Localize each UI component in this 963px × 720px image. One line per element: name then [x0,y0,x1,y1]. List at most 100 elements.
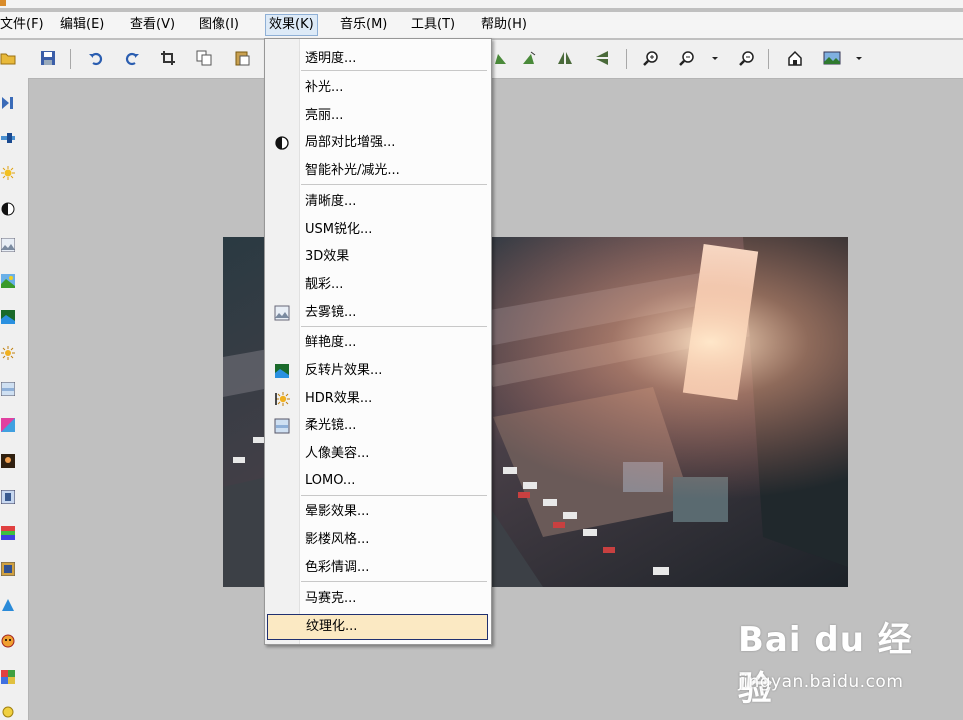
flip-horizontal-icon[interactable] [557,50,573,66]
menu-item-label: 透明度... [305,51,357,66]
reversal-icon[interactable] [1,310,15,324]
view-mode-icon[interactable] [823,50,841,66]
toolbar-separator [70,49,71,69]
menu-separator [301,326,487,327]
menu-music[interactable]: 音乐(M) [340,15,387,35]
menu-item-vivid-color[interactable]: 靓彩... [265,273,489,297]
landscape-icon[interactable] [1,274,15,288]
gradient-icon[interactable] [1,526,15,540]
menu-separator [301,495,487,496]
home-icon[interactable] [787,50,803,66]
film-icon[interactable] [1,562,15,576]
effects-dropdown-menu: 透明度... 补光... 亮丽... 局部对比增强... 智能补光/减光... … [264,38,492,645]
menu-item-label: USM锐化... [305,222,373,237]
menu-item-label: LOMO... [305,473,356,488]
menu-item-vignette[interactable]: 晕影效果... [265,500,489,524]
menu-item-label: 纹理化... [306,619,358,634]
menu-item-label: 反转片效果... [305,363,383,378]
rotate-left-icon[interactable] [492,50,508,66]
watermark-url: jingyan.baidu.com [738,672,904,692]
menu-item-lomo[interactable]: LOMO... [265,469,489,493]
menu-item-label: 马赛克... [305,591,357,606]
menu-item-label: 亮丽... [305,108,344,123]
menu-item-mosaic[interactable]: 马赛克... [265,587,489,611]
watermark-logo: Bai du 经验 [738,620,913,709]
zoom-out-icon[interactable] [679,50,695,66]
menu-separator [301,184,487,185]
dropdown-arrow-icon[interactable] [854,50,864,66]
menu-item-label: 清晰度... [305,194,357,209]
menu-item-label: 3D效果 [305,249,350,264]
contrast-icon[interactable] [1,202,15,216]
sun-icon[interactable] [1,166,15,180]
menu-item-label: HDR效果... [305,391,373,406]
undo-icon[interactable] [88,50,104,66]
zoom-in-icon[interactable] [643,50,659,66]
menu-item-studio-style[interactable]: 影楼风格... [265,528,489,552]
menu-separator [301,70,487,71]
menu-item-soft-light[interactable]: 柔光镜... [265,414,489,438]
menu-item-label: 智能补光/减光... [305,163,400,178]
toolbar-separator [626,49,627,69]
menu-item-label: 鲜艳度... [305,335,357,350]
menu-item-label: 补光... [305,80,344,95]
menu-item-dehaze[interactable]: 去雾镜... [265,301,489,325]
paste-icon[interactable] [234,50,250,66]
menu-bar: 文件(F) 编辑(E) 查看(V) 图像(I) 效果(K) 音乐(M) 工具(T… [0,12,963,38]
menu-item-smart-fill-light[interactable]: 智能补光/减光... [265,159,489,183]
face-icon[interactable] [1,634,15,648]
title-bar [0,0,963,8]
soft-light-icon[interactable] [1,382,15,396]
menu-help[interactable]: 帮助(H) [481,15,527,35]
menu-tools[interactable]: 工具(T) [411,15,455,35]
portrait-icon[interactable] [1,454,15,468]
redo-icon[interactable] [124,50,140,66]
menu-image[interactable]: 图像(I) [199,15,239,35]
save-icon[interactable] [40,50,56,66]
menu-item-label: 局部对比增强... [305,135,396,150]
crop-icon[interactable] [160,50,176,66]
rotate-right-icon[interactable] [521,50,537,66]
menu-item-clarity[interactable]: 清晰度... [265,190,489,214]
menu-item-label: 色彩情调... [305,560,370,575]
menu-item-transparency[interactable]: 透明度... [265,47,489,71]
color-icon[interactable] [1,418,15,432]
menu-item-local-contrast[interactable]: 局部对比增强... [265,131,489,155]
menu-item-fill-light[interactable]: 补光... [265,76,489,100]
menu-view[interactable]: 查看(V) [130,15,175,35]
baidu-jingyan-watermark: Bai du 经验 jingyan.baidu.com [736,612,916,709]
menu-item-label: 人像美容... [305,446,370,461]
frame-icon[interactable] [1,490,15,504]
menu-item-vibrance[interactable]: 鲜艳度... [265,331,489,355]
open-folder-icon[interactable] [0,50,16,66]
hdr-sun-icon [275,392,290,406]
zoom-fit-icon[interactable] [739,50,755,66]
menu-item-3d-effect[interactable]: 3D效果 [265,245,489,269]
copy-icon[interactable] [196,50,212,66]
effects-sidebar [0,78,29,720]
circle-icon[interactable] [1,704,15,718]
triangle-icon[interactable] [1,598,15,612]
menu-item-label: 晕影效果... [305,504,370,519]
menu-item-usm-sharpen[interactable]: USM锐化... [265,218,489,242]
menu-item-label: 去雾镜... [305,305,357,320]
menu-edit[interactable]: 编辑(E) [60,15,104,35]
menu-item-hdr[interactable]: HDR效果... [265,387,489,411]
grid-icon[interactable] [1,670,15,684]
play-icon[interactable] [1,96,15,110]
hdr-icon[interactable] [1,346,15,360]
menu-effects[interactable]: 效果(K) [265,14,318,36]
menu-item-portrait-beauty[interactable]: 人像美容... [265,442,489,466]
picture-icon[interactable] [1,238,15,252]
menu-separator [301,581,487,582]
slider-icon[interactable] [1,131,15,145]
menu-item-brighten[interactable]: 亮丽... [265,104,489,128]
menu-item-reversal-film[interactable]: 反转片效果... [265,359,489,383]
menu-item-texturize[interactable]: 纹理化... [267,614,488,640]
menu-item-color-mood[interactable]: 色彩情调... [265,556,489,580]
dehaze-picture-icon [274,305,290,321]
flip-vertical-icon[interactable] [594,50,610,66]
dropdown-arrow-icon[interactable] [710,50,720,66]
contrast-circle-icon [275,136,289,150]
menu-file[interactable]: 文件(F) [0,15,44,35]
